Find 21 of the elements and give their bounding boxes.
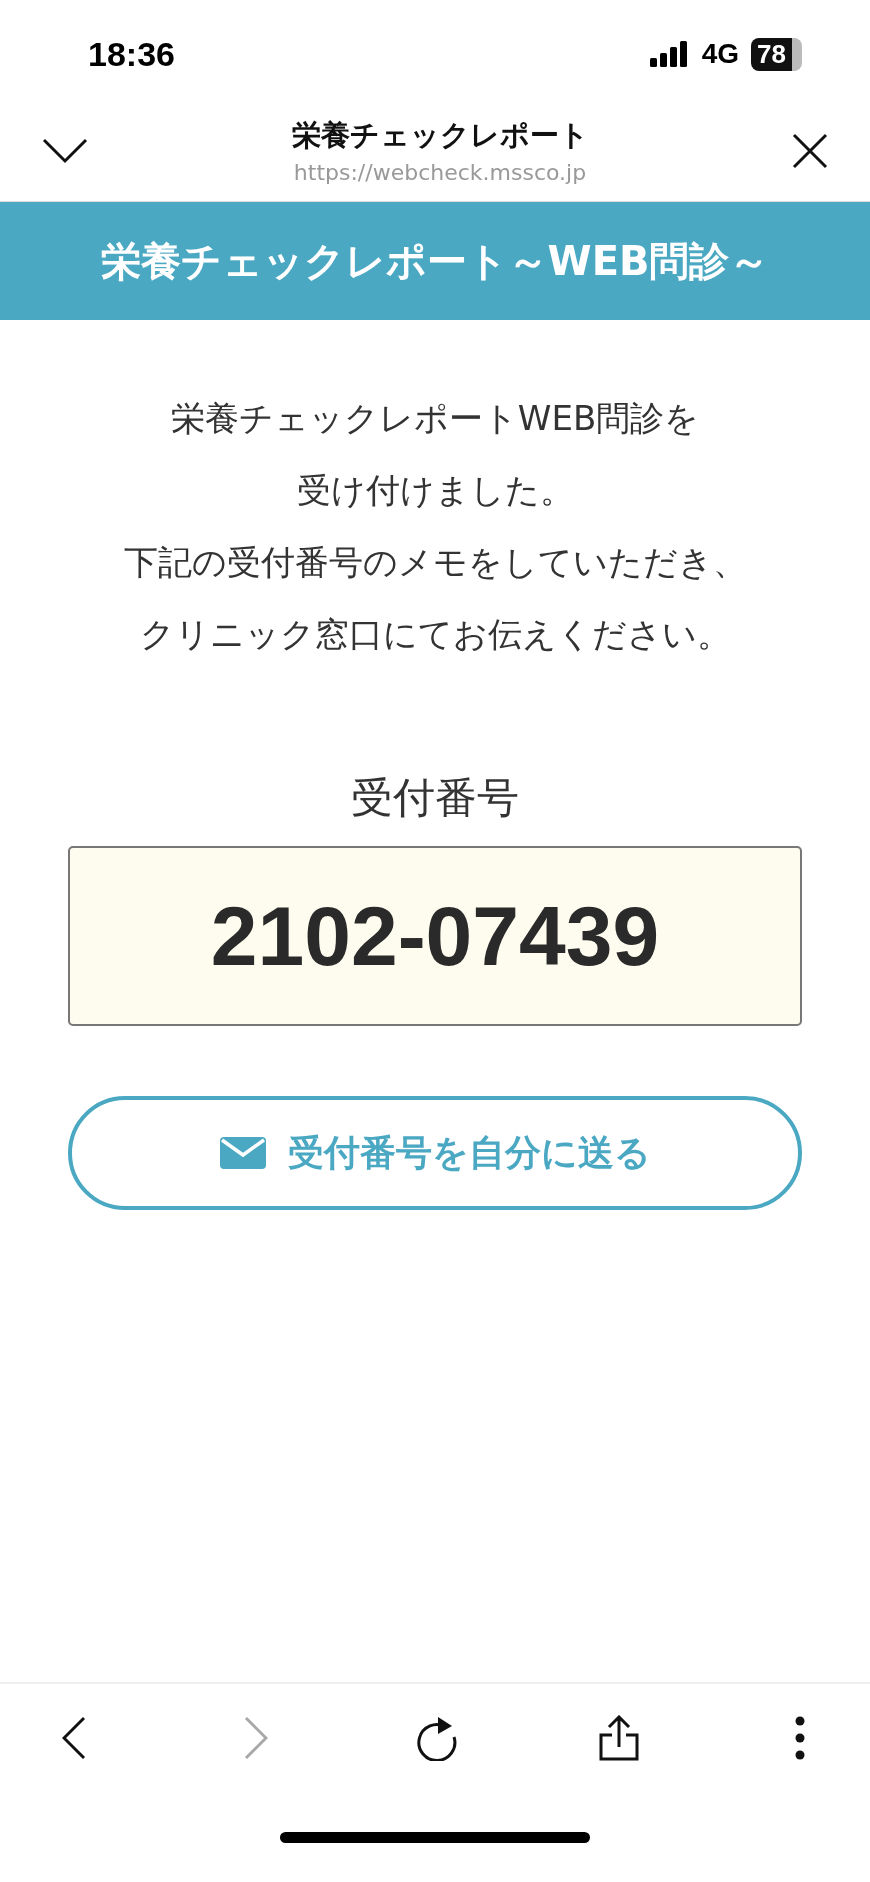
reload-icon[interactable] bbox=[416, 1715, 458, 1761]
page-title: 栄養チェックレポート bbox=[291, 117, 589, 154]
network-label: 4G bbox=[701, 38, 740, 70]
battery-indicator: 78 bbox=[751, 37, 802, 71]
receipt-number: 2102-07439 bbox=[68, 846, 802, 1026]
send-button[interactable]: 受付番号を自分に送る bbox=[68, 1096, 802, 1210]
message-text: 栄養チェックレポートWEB問診を bbox=[170, 397, 700, 440]
page-url: https://webcheck.mssco.jp bbox=[293, 160, 587, 185]
banner: 栄養チェックレポート～WEB問診～ bbox=[0, 202, 870, 320]
mail-icon bbox=[219, 1137, 266, 1169]
message-text: 受け付けました。 bbox=[296, 469, 574, 512]
signal-icon bbox=[649, 41, 690, 67]
chevron-down-icon[interactable] bbox=[42, 137, 88, 164]
message-text: クリニック窓口にてお伝えください。 bbox=[139, 613, 731, 656]
status-time: 18:36 bbox=[88, 34, 175, 74]
message-text: 下記の受付番号のメモをしていただき、 bbox=[123, 541, 747, 584]
receipt-label: 受付番号 bbox=[351, 772, 519, 824]
more-icon[interactable] bbox=[795, 1716, 805, 1760]
close-icon[interactable] bbox=[792, 132, 828, 169]
share-icon[interactable] bbox=[598, 1715, 639, 1761]
back-icon[interactable] bbox=[62, 1716, 86, 1760]
